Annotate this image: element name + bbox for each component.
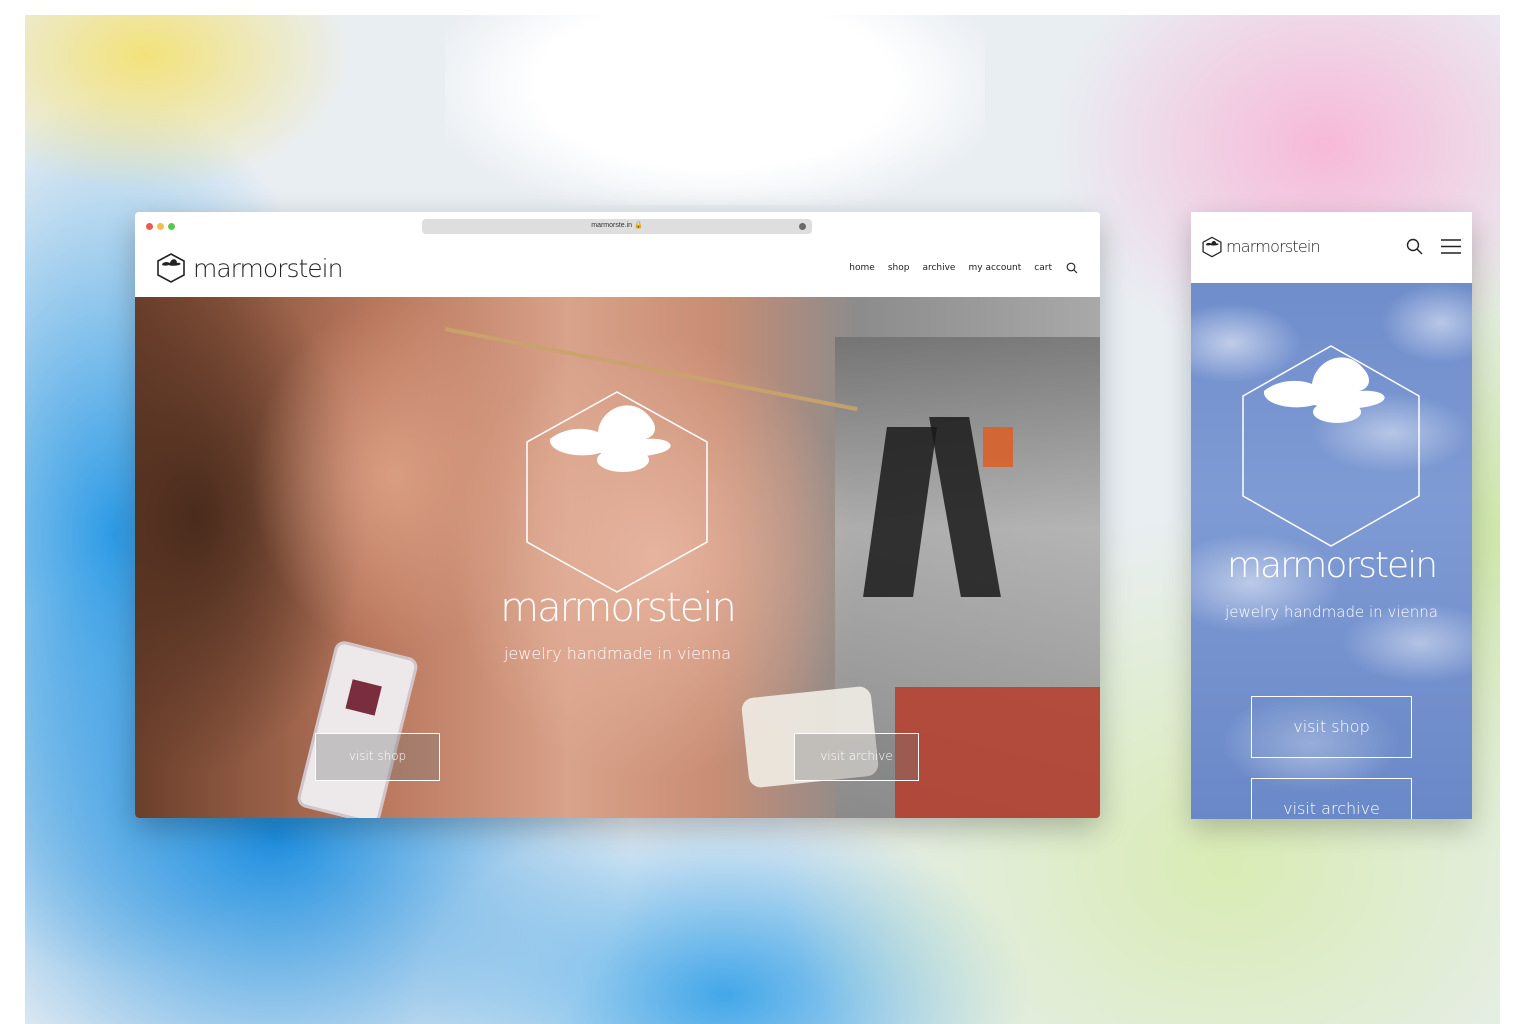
white-patch — [445, 15, 985, 205]
nav-shop[interactable]: shop — [888, 263, 910, 273]
nav-home[interactable]: home — [849, 263, 875, 273]
search-icon[interactable] — [1406, 238, 1423, 255]
hero-subtitle: jewelry handmade in vienna — [503, 644, 732, 663]
visit-archive-button[interactable]: visit archive — [1251, 778, 1412, 819]
address-bar[interactable]: marmorste.in 🔒 — [422, 219, 812, 234]
main-nav: home shop archive my account cart — [836, 262, 1078, 274]
nav-my-account[interactable]: my account — [968, 263, 1021, 273]
reader-icon[interactable] — [799, 223, 806, 230]
maximize-window-dot[interactable] — [168, 223, 175, 230]
hamburger-menu-icon[interactable] — [1440, 238, 1462, 255]
mobile-hero-subtitle: jewelry handmade in vienna — [1225, 603, 1438, 621]
hero-logo-icon — [1242, 345, 1420, 547]
logo-icon[interactable] — [155, 252, 187, 284]
earring-stone — [345, 679, 382, 716]
mobile-logo-text[interactable]: marmorstein — [1226, 237, 1321, 256]
mobile-hero-title: marmorstein — [1226, 545, 1438, 586]
hero-background-poster — [895, 687, 1100, 818]
close-window-dot[interactable] — [146, 223, 153, 230]
hero-earring — [295, 639, 420, 818]
hero-background-shape — [983, 427, 1013, 467]
visit-archive-button[interactable]: visit archive — [794, 733, 919, 781]
mobile-hero-section: marmorstein jewelry handmade in vienna v… — [1191, 283, 1472, 819]
address-bar-url: marmorste.in 🔒 — [591, 222, 643, 229]
hero-section: marmorstein jewelry handmade in vienna v… — [135, 297, 1100, 818]
mobile-header: marmorstein — [1191, 212, 1472, 283]
mobile-window: marmorstein marmorstein jewelry handmade… — [1191, 212, 1472, 819]
hero-logo-icon — [526, 391, 708, 593]
logo-icon[interactable] — [1201, 236, 1223, 258]
visit-shop-button[interactable]: visit shop — [315, 733, 440, 781]
visit-shop-button[interactable]: visit shop — [1251, 696, 1412, 758]
site-header: marmorstein home shop archive my account… — [135, 242, 1100, 297]
hero-title: marmorstein — [500, 585, 737, 631]
minimize-window-dot[interactable] — [157, 223, 164, 230]
desktop-browser-window: marmorste.in 🔒 marmorstein home shop arc… — [135, 212, 1100, 818]
site-logo-text[interactable]: marmorstein — [193, 254, 343, 283]
nav-archive[interactable]: archive — [922, 263, 955, 273]
search-icon[interactable] — [1066, 262, 1078, 274]
nav-cart[interactable]: cart — [1034, 263, 1052, 273]
browser-chrome: marmorste.in 🔒 — [135, 212, 1100, 242]
